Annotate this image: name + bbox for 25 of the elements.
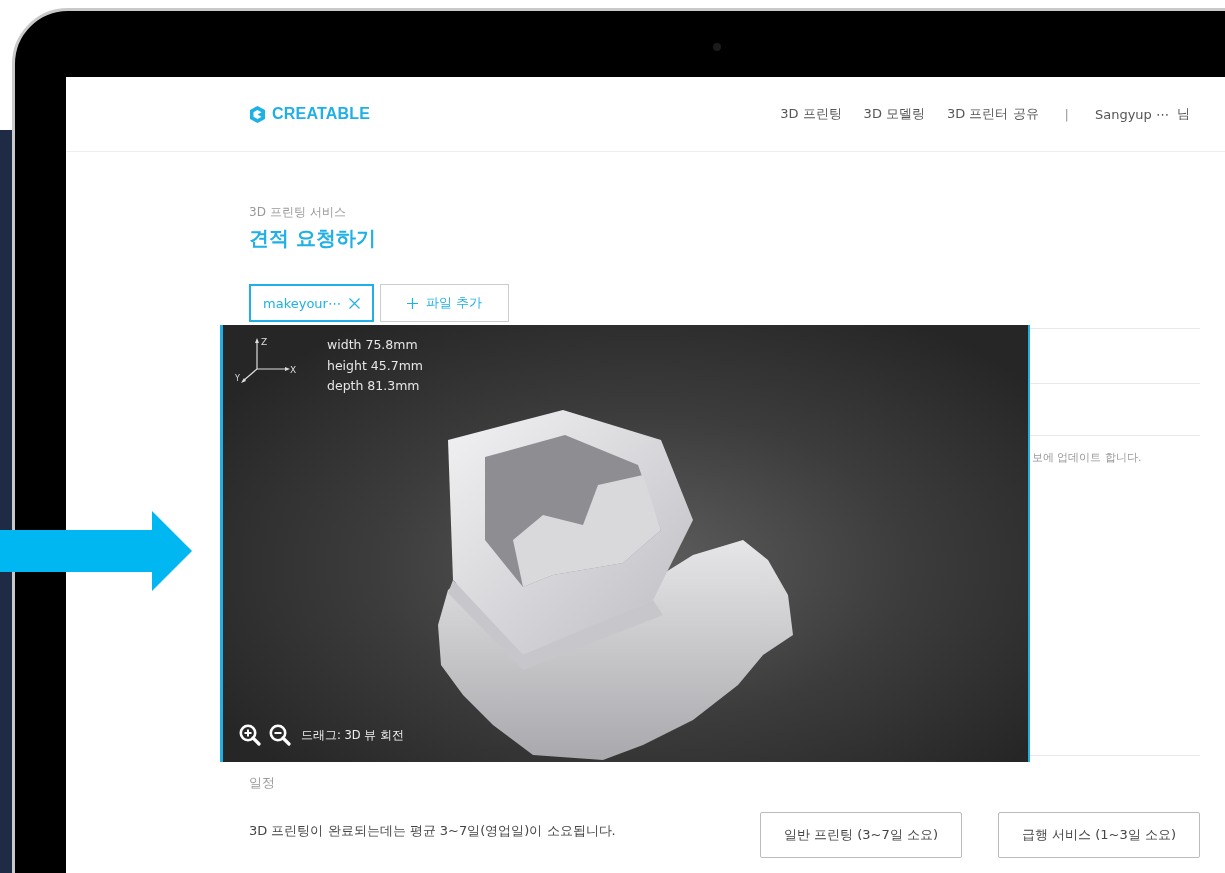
logo-text: CREATABLE: [272, 105, 371, 123]
zoom-in-icon[interactable]: [239, 724, 261, 746]
3d-viewer[interactable]: Z X Y width 75.8mm height 45.7mm depth 81.3mm 드래그: 3D 뷰 회전: [220, 325, 1030, 762]
service-option-button[interactable]: 급행 서비스 (1~3일 소요): [998, 812, 1200, 858]
viewer-hint-text: 드래그: 3D 뷰 회전: [301, 727, 404, 743]
section-heading: 일정: [249, 774, 276, 792]
schedule-text: 3D 프린팅이 완료되는데는 평균 3~7일(영업일)이 소요됩니다.: [249, 822, 616, 840]
plus-icon: [406, 297, 418, 309]
dimension-text: height 45.7mm: [327, 356, 423, 375]
arrow-icon: [0, 511, 192, 591]
nav-link[interactable]: 3D 프린터 공유: [947, 105, 1039, 123]
user-suffix: 님: [1177, 105, 1190, 123]
notice-text: 보에 업데이트 합니다.: [1032, 450, 1143, 465]
hexagon-logo-icon: [249, 104, 266, 124]
nav-link[interactable]: 3D 모델링: [863, 105, 926, 123]
nav-separator: |: [1064, 106, 1069, 122]
section-label: 3D 프린팅 서비스: [249, 204, 347, 221]
dimension-text: width 75.8mm: [327, 336, 419, 354]
service-option-button[interactable]: 일반 프린팅 (3~7일 소요): [760, 812, 962, 858]
camera-icon: [713, 43, 721, 51]
nav-link[interactable]: 3D 프린팅: [780, 105, 842, 123]
zoom-out-icon[interactable]: [269, 724, 291, 746]
page-title: 견적 요청하기: [249, 225, 377, 252]
user-menu-link[interactable]: Sangyup ⋯: [1094, 106, 1169, 122]
dimension-text: depth 81.3mm: [327, 377, 421, 395]
